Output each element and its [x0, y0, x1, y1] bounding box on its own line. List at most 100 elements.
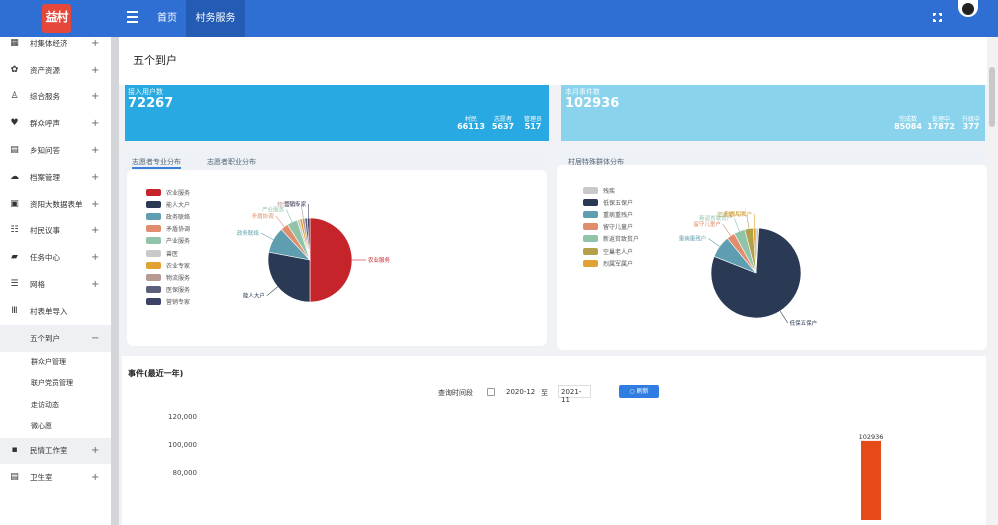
pie-slice-label: 低保五保户: [790, 319, 818, 327]
sidebar-item-collective-economy[interactable]: ▦ 村集体经济 +: [0, 37, 111, 57]
nav-village-service[interactable]: 村务服务: [186, 0, 245, 37]
document-icon: ▤: [10, 145, 19, 156]
events-bar-chart: 120,000 100,000 80,000 102936: [168, 413, 884, 520]
heart-icon: ♥: [10, 118, 19, 129]
sidebar-subitem-wishes[interactable]: 微心愿: [0, 416, 111, 438]
sidebar-item-import[interactable]: Ⅲ 村表单导入: [0, 298, 111, 325]
stat-sub-value: 5637: [491, 122, 515, 131]
y-tick-label: 120,000: [168, 413, 197, 421]
pie-label-line: [722, 224, 731, 236]
sidebar-subitem-visits[interactable]: 走访动态: [0, 395, 111, 417]
sidebar-item-discussion[interactable]: ☷ 村民议事 +: [0, 218, 111, 245]
pie-label-line: [285, 209, 293, 223]
sidebar-item-services[interactable]: ♙ 综合服务 +: [0, 84, 111, 111]
expand-icon: +: [91, 91, 100, 103]
page-title: 五个到户: [133, 54, 177, 67]
expand-icon: +: [91, 64, 100, 76]
pie-label-line: [779, 310, 788, 323]
calendar-icon: ☷: [10, 225, 19, 236]
card-icon: ▪: [11, 445, 18, 456]
sidebar-subitem-party[interactable]: 联户党员管理: [0, 373, 111, 395]
avatar[interactable]: [958, 0, 978, 17]
tab-volunteer-occupation[interactable]: 志愿者职业分布: [207, 157, 256, 167]
expand-icon: +: [91, 198, 100, 210]
pie-panel-2: 残疾 低保五保户 重病重残户 留守儿童户 新返贫致贫户 空巢老人户 烈属军属户 低保五保户重…: [557, 165, 987, 350]
pie-slice-label: 营销专家: [284, 200, 307, 208]
top-bar: 益村 首页 村务服务: [0, 0, 998, 37]
pie-label-line: [260, 232, 274, 241]
sidebar-item-clinic[interactable]: ▤ 卫生室 +: [0, 464, 111, 491]
stat-sub-value: 17872: [927, 122, 955, 131]
bar-data-label: 102936: [859, 433, 884, 441]
refresh-button[interactable]: ○ 刷新: [619, 385, 659, 398]
pie-panel-1: 农业服务 能人大户 政务联络 矛盾协调 产业服务 兽医 农业专家 物流服务 医保服务 营销专家 农…: [127, 170, 547, 346]
pie-chart-volunteers: 农业服务能人大户政务联络矛盾协调产业服务物流服务营销专家: [237, 200, 391, 303]
sidebar: ▦ 村集体经济 + ✿ 资产资源 + ♙ 综合服务 + ♥ 群众呼声 + ▤ 乡知问答 + ☁ 档案管…: [0, 37, 111, 525]
expand-icon: +: [91, 171, 100, 183]
tab-volunteer-specialty[interactable]: 志愿者专业分布: [132, 157, 181, 169]
nav-home[interactable]: 首页: [148, 0, 186, 37]
stat-sub-value: 517: [524, 122, 542, 131]
expand-icon: +: [91, 118, 100, 130]
pie-label-line: [275, 215, 285, 227]
pie-slice[interactable]: [267, 251, 311, 303]
pie-slice-label: 烈属军属户: [725, 210, 753, 218]
y-tick-label: 100,000: [168, 441, 197, 449]
date-to-input[interactable]: 2021-11: [558, 385, 591, 404]
bar-2021-11[interactable]: [861, 440, 881, 520]
pie-slice-label: 政务联络: [237, 229, 260, 237]
clipboard-icon: ▤: [10, 472, 19, 483]
grid-icon: ☰: [10, 279, 19, 290]
expand-icon: +: [91, 252, 100, 264]
sidebar-item-studio[interactable]: ▪ 民情工作室 +: [0, 437, 111, 465]
pie-slice-label: 能人大户: [243, 292, 265, 300]
sidebar-item-voices[interactable]: ♥ 群众呼声 +: [0, 110, 111, 137]
collapse-icon: −: [91, 332, 100, 344]
stat-card-users: 接入用户数 72267 村民 66113 志愿者 5637 管理员 517: [125, 85, 549, 141]
date-separator: 至: [541, 389, 548, 397]
query-label: 查询时间段: [438, 389, 473, 397]
building-icon: ▦: [10, 37, 19, 48]
user-icon: ♙: [10, 91, 19, 102]
sidebar-scrollbar[interactable]: [111, 37, 119, 525]
expand-icon: +: [91, 145, 100, 157]
pie-slice-label: 重病重残户: [679, 234, 707, 242]
sidebar-item-five-households[interactable]: 五个到户 −: [0, 324, 111, 352]
page-header: [119, 37, 987, 85]
fullscreen-icon[interactable]: [932, 12, 943, 23]
date-from-input[interactable]: 2020-12: [506, 388, 535, 396]
y-tick-label: 80,000: [173, 469, 198, 477]
stat-sub-value: 66113: [457, 122, 485, 131]
expand-icon: +: [91, 37, 100, 49]
refresh-icon: ○: [629, 388, 637, 395]
expand-icon: +: [91, 472, 100, 484]
expand-icon: +: [91, 279, 100, 291]
stat-sub-value: 377: [962, 122, 980, 131]
sidebar-item-bigdata[interactable]: ▣ 资阳大数据表单 +: [0, 191, 111, 218]
table-icon: ▣: [10, 198, 19, 209]
main-scrollbar[interactable]: [987, 37, 998, 525]
app-logo[interactable]: 益村: [42, 4, 71, 33]
sidebar-item-tasks[interactable]: ▰ 任务中心 +: [0, 244, 111, 271]
pie-chart-special-groups: 低保五保户重病重残户留守儿童户新返贫致贫户空巢老人户烈属军属户: [679, 210, 818, 327]
pie-label-line: [734, 218, 740, 232]
pie-label-line: [708, 238, 720, 247]
expand-icon: +: [91, 225, 100, 237]
menu-toggle-icon[interactable]: [127, 11, 138, 24]
cloud-icon: ☁: [10, 171, 19, 182]
pie-label-line: [266, 286, 278, 296]
stat-value: 102936: [565, 96, 620, 111]
pie-slice[interactable]: [309, 217, 353, 303]
list-icon: Ⅲ: [11, 305, 18, 316]
chat-icon: ▰: [11, 252, 18, 263]
calendar-icon[interactable]: [487, 388, 495, 396]
sidebar-item-archives[interactable]: ☁ 档案管理 +: [0, 164, 111, 191]
sidebar-item-assets[interactable]: ✿ 资产资源 +: [0, 57, 111, 84]
events-title: 事件(最近一年): [128, 369, 184, 378]
gear-icon: ✿: [10, 64, 19, 75]
sidebar-item-qa[interactable]: ▤ 乡知问答 +: [0, 137, 111, 164]
stat-card-events: 本月事件数 102936 完成数 85084 处理中 17872 升级中 377: [561, 85, 985, 141]
sidebar-item-grid[interactable]: ☰ 网格 +: [0, 271, 111, 298]
expand-icon: +: [91, 445, 100, 457]
sidebar-subitem-mass[interactable]: 群众户管理: [0, 352, 111, 374]
